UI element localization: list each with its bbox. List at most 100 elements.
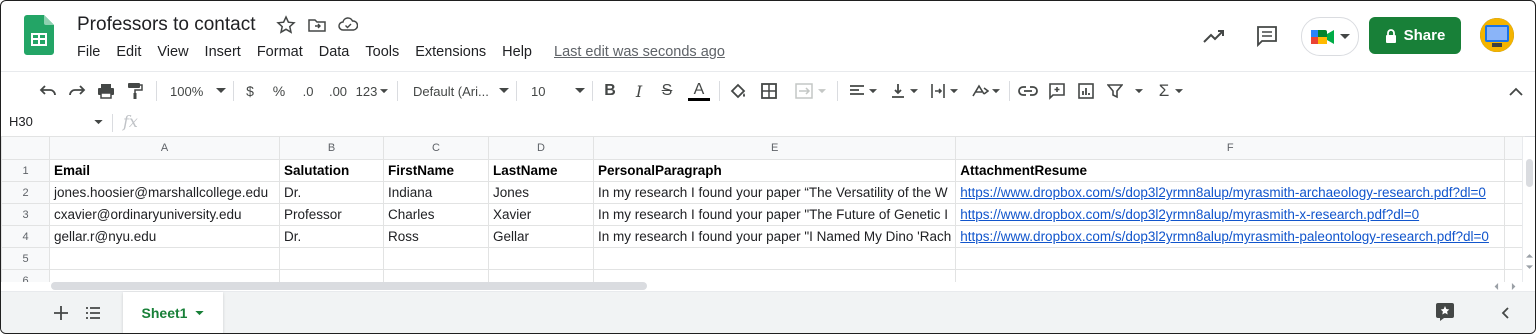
cell-c1[interactable]: FirstName [383,159,489,182]
cell-a4[interactable]: gellar.r@nyu.edu [49,225,280,248]
percent-format-button[interactable]: % [269,80,289,102]
scroll-right-arrow-icon[interactable] [1511,283,1517,290]
row-header[interactable]: 2 [1,181,50,204]
merge-cells-icon[interactable] [790,80,830,102]
cell-a2[interactable]: jones.hoosier@marshallcollege.edu [49,181,280,204]
row-header[interactable]: 1 [1,159,50,182]
borders-icon[interactable] [758,80,780,102]
cell-d6[interactable] [488,269,594,282]
row-header[interactable]: 3 [1,203,50,226]
share-button[interactable]: Share [1369,17,1461,54]
column-header-d[interactable]: D [488,136,594,160]
menu-view[interactable]: View [157,44,188,62]
activity-trend-icon[interactable] [1202,25,1226,47]
resume-link[interactable]: https://www.dropbox.com/s/dop3l2yrmn8alu… [960,207,1419,222]
vertical-scroll-thumb[interactable] [1526,159,1533,187]
scroll-up-arrow-icon[interactable] [1526,253,1533,258]
cell-a5[interactable] [49,247,280,270]
move-to-folder-icon[interactable] [307,15,327,35]
sheet-tab-sheet1[interactable]: Sheet1 [123,292,223,333]
cell-d3[interactable]: Xavier [488,203,594,226]
all-sheets-icon[interactable] [85,306,101,320]
row-header[interactable]: 5 [1,247,50,270]
sheets-logo-icon[interactable] [24,15,54,55]
cell-a1[interactable]: Email [49,159,280,182]
cell-e4[interactable]: In my research I found your paper "I Nam… [592,225,957,248]
menu-help[interactable]: Help [502,44,532,62]
menu-tools[interactable]: Tools [365,44,399,62]
vertical-align-icon[interactable] [887,80,921,102]
text-wrapping-icon[interactable] [927,80,961,102]
cell-f3[interactable]: https://www.dropbox.com/s/dop3l2yrmn8alu… [955,203,1506,226]
decrease-decimal-button[interactable]: .0 [297,80,319,102]
cell-e5[interactable] [592,247,957,270]
scroll-down-arrow-icon[interactable] [1526,265,1533,270]
increase-decimal-button[interactable]: .00 [326,80,350,102]
formula-input[interactable] [156,114,1516,132]
text-color-button[interactable]: A [687,80,711,102]
text-rotation-icon[interactable] [968,80,1002,102]
fill-color-icon[interactable] [727,80,749,102]
cell-f4[interactable]: https://www.dropbox.com/s/dop3l2yrmn8alu… [955,225,1506,248]
column-header-f[interactable]: F [955,136,1506,160]
cell-e3[interactable]: In my research I found your paper "The F… [592,203,957,226]
cell-b4[interactable]: Dr. [279,225,384,248]
comments-icon[interactable] [1255,24,1279,48]
functions-icon[interactable]: Σ [1154,80,1188,102]
cell-b3[interactable]: Professor [279,203,384,226]
menu-file[interactable]: File [77,44,100,62]
scroll-left-arrow-icon[interactable] [1493,283,1499,290]
more-formats-button[interactable]: 123 [354,80,390,102]
menu-data[interactable]: Data [319,44,350,62]
cell-b5[interactable] [279,247,384,270]
undo-icon[interactable] [37,80,59,102]
horizontal-align-icon[interactable] [846,80,880,102]
avatar[interactable] [1480,18,1514,52]
cell-f6[interactable] [955,269,1506,282]
column-header-a[interactable]: A [49,136,280,160]
cell-e1[interactable]: PersonalParagraph [592,159,957,182]
print-icon[interactable] [95,80,117,102]
menu-edit[interactable]: Edit [116,44,141,62]
meet-button[interactable] [1301,17,1359,56]
bold-icon[interactable]: B [600,80,620,102]
row-header[interactable]: 6 [1,269,50,282]
font-family-select[interactable]: Default (Ari... [405,80,509,102]
star-icon[interactable] [276,15,296,35]
zoom-select[interactable]: 100% [164,80,226,102]
cell-f5[interactable] [955,247,1506,270]
cell-c3[interactable]: Charles [383,203,489,226]
cell-a6[interactable] [49,269,280,282]
cell-d2[interactable]: Jones [488,181,594,204]
menu-insert[interactable]: Insert [205,44,241,62]
explore-icon[interactable] [1435,302,1455,322]
cell-a3[interactable]: cxavier@ordinaryuniversity.edu [49,203,280,226]
cell-c6[interactable] [383,269,489,282]
cell-c5[interactable] [383,247,489,270]
cell-d5[interactable] [488,247,594,270]
horizontal-scrollbar[interactable] [51,282,1521,291]
resume-link[interactable]: https://www.dropbox.com/s/dop3l2yrmn8alu… [960,185,1486,200]
insert-comment-icon[interactable] [1046,80,1068,102]
cell-c2[interactable]: Indiana [383,181,489,204]
cell-b6[interactable] [279,269,384,282]
vertical-scrollbar[interactable] [1522,137,1535,282]
resume-link[interactable]: https://www.dropbox.com/s/dop3l2yrmn8alu… [960,229,1489,244]
strikethrough-icon[interactable]: S [657,80,677,102]
cell-c4[interactable]: Ross [383,225,489,248]
insert-chart-icon[interactable] [1075,80,1097,102]
collapse-menus-icon[interactable] [1506,80,1526,102]
menu-extensions[interactable]: Extensions [415,44,486,62]
font-size-select[interactable]: 10 [523,80,585,102]
add-sheet-icon[interactable] [53,305,69,321]
filter-icon[interactable] [1105,80,1145,102]
column-header-c[interactable]: C [383,136,489,160]
italic-icon[interactable]: I [629,80,649,102]
insert-link-icon[interactable] [1017,80,1039,102]
currency-format-button[interactable]: $ [241,80,259,102]
cell-f2[interactable]: https://www.dropbox.com/s/dop3l2yrmn8alu… [955,181,1506,204]
cell-b1[interactable]: Salutation [279,159,384,182]
row-header[interactable]: 4 [1,225,50,248]
side-panel-toggle-icon[interactable] [1501,307,1509,319]
paint-format-icon[interactable] [124,80,146,102]
